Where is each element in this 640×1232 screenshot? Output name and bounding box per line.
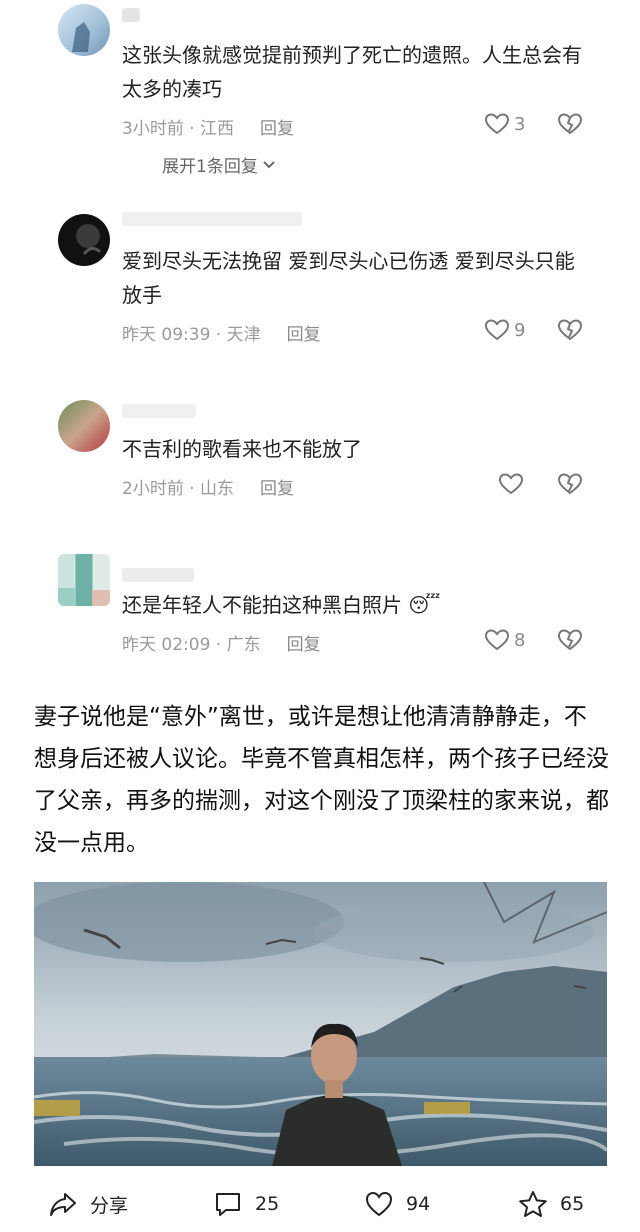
like-button[interactable]: 3 bbox=[484, 112, 525, 136]
like-button[interactable] bbox=[498, 472, 524, 496]
heart-icon bbox=[365, 1191, 393, 1217]
sleepy-face-emoji: 😴 bbox=[408, 593, 441, 617]
favorite-count: 65 bbox=[560, 1193, 585, 1215]
reply-button[interactable]: 回复 bbox=[287, 630, 321, 655]
reply-button[interactable]: 回复 bbox=[260, 114, 294, 139]
broken-heart-icon[interactable] bbox=[557, 472, 583, 496]
heart-icon bbox=[484, 629, 510, 651]
avatar[interactable] bbox=[58, 4, 110, 56]
bottom-action-bar: 分享 25 94 65 bbox=[0, 1182, 640, 1232]
avatar[interactable] bbox=[58, 400, 110, 452]
comment-text: 不吉利的歌看来也不能放了 bbox=[122, 437, 362, 461]
comment-meta: 3小时前 · 江西 回复 bbox=[122, 114, 294, 139]
comment-meta: 昨天 09:39 · 天津 回复 bbox=[122, 320, 321, 345]
username-blurred[interactable] bbox=[122, 404, 196, 418]
username-blurred[interactable] bbox=[122, 8, 140, 22]
comment-time-location: 昨天 09:39 · 天津 bbox=[122, 325, 261, 345]
article-paragraph: 妻子说他是“意外”离世，或许是想让他清清静静走，不想身后还被人议论。毕竟不管真相… bbox=[34, 704, 609, 856]
broken-heart-icon[interactable] bbox=[557, 112, 583, 136]
comment-time-location: 2小时前 · 山东 bbox=[122, 479, 235, 499]
reply-button[interactable]: 回复 bbox=[260, 474, 294, 499]
comment-text: 还是年轻人不能拍这种黑白照片 😴 bbox=[122, 588, 592, 622]
broken-heart-icon[interactable] bbox=[557, 318, 583, 342]
comment-count: 25 bbox=[255, 1193, 280, 1215]
heart-icon bbox=[484, 319, 510, 341]
comment-time-location: 3小时前 · 江西 bbox=[122, 119, 235, 139]
broken-heart-icon[interactable] bbox=[557, 628, 583, 652]
comment-icon bbox=[216, 1193, 240, 1216]
chevron-down-icon bbox=[263, 160, 275, 168]
share-icon bbox=[50, 1193, 76, 1216]
comment-time-location: 昨天 02:09 · 广东 bbox=[122, 635, 261, 655]
avatar[interactable] bbox=[58, 554, 110, 606]
like-article-button[interactable]: 94 bbox=[364, 1190, 430, 1218]
comment-meta: 昨天 02:09 · 广东 回复 bbox=[122, 630, 321, 655]
like-button[interactable]: 9 bbox=[484, 318, 525, 342]
share-button[interactable]: 分享 bbox=[48, 1190, 128, 1218]
favorite-button[interactable]: 65 bbox=[518, 1190, 584, 1218]
reply-button[interactable]: 回复 bbox=[287, 320, 321, 345]
like-count: 9 bbox=[514, 319, 526, 341]
username-blurred[interactable] bbox=[122, 568, 194, 582]
like-count: 94 bbox=[406, 1193, 431, 1215]
expand-replies-button[interactable]: 展开1条回复 bbox=[162, 152, 276, 177]
article-photo[interactable] bbox=[34, 882, 607, 1166]
like-button[interactable]: 8 bbox=[484, 628, 525, 652]
share-label: 分享 bbox=[90, 1194, 129, 1217]
expand-replies-label: 展开1条回复 bbox=[162, 157, 258, 177]
comment-text: 爱到尽头无法挽留 爱到尽头心已伤透 爱到尽头只能放手 bbox=[122, 249, 575, 307]
like-count: 8 bbox=[514, 629, 526, 651]
comment-text: 这张头像就感觉提前预判了死亡的遗照。人生总会有太多的凑巧 bbox=[122, 43, 582, 101]
avatar[interactable] bbox=[58, 214, 110, 266]
heart-icon bbox=[498, 473, 524, 495]
like-count: 3 bbox=[514, 113, 526, 135]
comment-meta: 2小时前 · 山东 回复 bbox=[122, 474, 294, 499]
heart-icon bbox=[484, 113, 510, 135]
comment-text-content: 还是年轻人不能拍这种黑白照片 bbox=[122, 593, 402, 617]
star-icon bbox=[519, 1191, 547, 1217]
username-blurred[interactable] bbox=[122, 212, 302, 226]
comment-button[interactable]: 25 bbox=[213, 1190, 279, 1218]
